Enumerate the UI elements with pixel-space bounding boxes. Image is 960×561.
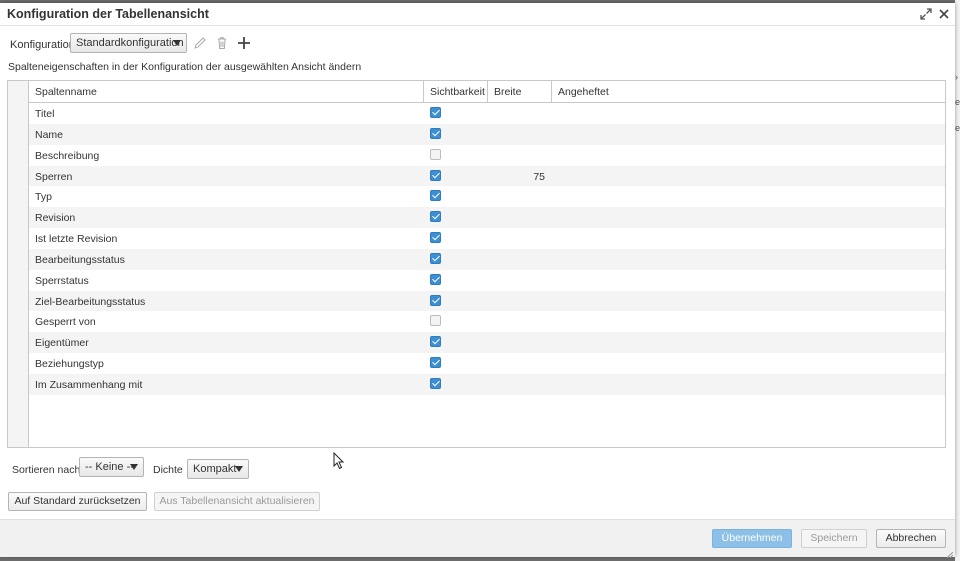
table-row[interactable]: Gesperrt von [29,311,945,332]
column-name-cell: Beziehungstyp [35,358,104,371]
density-select-value: Kompakt [193,463,237,475]
reset-to-default-button[interactable]: Auf Standard zurücksetzen [8,492,147,511]
table-row[interactable]: Revision [29,207,945,229]
chevron-down-icon [173,40,181,46]
visibility-checkbox[interactable] [430,127,441,139]
visibility-checkbox[interactable] [430,232,441,244]
visibility-checkbox[interactable] [430,148,441,160]
visibility-checkbox[interactable] [430,190,441,202]
column-name-cell: Titel [35,108,55,120]
table-row[interactable]: Name [29,123,945,145]
resize-grip-icon[interactable] [946,549,954,559]
update-from-table-view-button[interactable]: Aus Tabellenansicht aktualisieren [154,492,320,511]
visibility-checkbox[interactable] [430,273,441,285]
description-text: Spalteneigenschaften in der Konfiguratio… [8,61,362,73]
density-label: Dichte [153,464,183,476]
column-name-cell: Typ [35,191,52,204]
column-name-cell: Eigentümer [35,337,89,350]
table-view-config-dialog: Konfiguration der Tabellenansicht Konfig… [0,3,955,559]
table-row[interactable]: Beschreibung [29,145,945,166]
column-name-cell: Beschreibung [35,149,100,162]
dialog-titlebar: Konfiguration der Tabellenansicht [0,3,955,26]
column-header-pinned[interactable]: Angeheftet [552,81,945,102]
column-header-name[interactable]: Spaltenname [29,81,424,102]
visibility-checkbox[interactable] [430,169,441,181]
mouse-cursor-icon [333,451,345,473]
configuration-select-value: Standardkonfiguration [76,37,184,49]
column-name-cell: Ziel-Bearbeitungsstatus [35,295,146,308]
maximize-icon[interactable] [918,6,934,22]
table-row[interactable]: Titel [29,103,945,124]
close-icon[interactable] [936,6,952,22]
grid-rows: Titel Name Beschreibung Sperren 75 Typ Revisio… [29,103,945,395]
column-name-cell: Sperren [35,170,73,183]
visibility-checkbox[interactable] [430,377,441,389]
dialog-footer: Übernehmen Speichern Abbrechen [0,519,955,559]
table-row[interactable]: Bearbeitungsstatus [29,248,945,270]
width-cell[interactable]: 75 [507,171,545,183]
add-icon[interactable] [236,35,252,51]
column-name-cell: Ist letzte Revision [35,233,118,246]
table-row[interactable]: Beziehungstyp [29,353,945,374]
dialog-title: Konfiguration der Tabellenansicht [7,7,209,21]
column-name-cell: Name [35,128,64,141]
visibility-checkbox[interactable] [430,294,441,306]
apply-button[interactable]: Übernehmen [712,529,792,548]
background-fragment: e [955,97,960,107]
visibility-checkbox[interactable] [430,357,441,369]
column-name-cell: Bearbeitungsstatus [35,253,125,266]
cancel-button[interactable]: Abbrechen [876,529,946,548]
row-header-column [8,81,29,447]
table-row[interactable]: Sperren 75 [29,165,945,187]
column-config-grid: Spaltenname Sichtbarkeit Breite Angeheft… [7,80,946,448]
chevron-down-icon [130,464,138,470]
table-row[interactable]: Typ [29,186,945,207]
sort-select-value: -- Keine -- [85,461,134,473]
density-select[interactable]: Kompakt [187,459,249,479]
column-name-cell: Revision [35,212,76,225]
background-fragment: e [955,123,960,133]
delete-icon[interactable] [214,35,230,51]
background-fragment: › [955,72,958,82]
visibility-checkbox[interactable] [430,336,441,348]
sort-density-row: Sortieren nach -- Keine -- Dichte Kompak… [12,457,412,479]
table-row[interactable]: Sperrstatus [29,270,945,291]
edit-icon[interactable] [192,35,208,51]
sort-select[interactable]: -- Keine -- [79,457,144,477]
table-row[interactable]: Ziel-Bearbeitungsstatus [29,290,945,312]
configuration-select[interactable]: Standardkonfiguration [70,33,187,53]
table-row[interactable]: Ist letzte Revision [29,228,945,249]
configuration-label: Konfiguration [10,39,75,51]
sort-label: Sortieren nach [12,464,81,476]
visibility-checkbox[interactable] [430,107,441,118]
table-row[interactable]: Im Zusammenhang mit [29,373,945,395]
visibility-checkbox[interactable] [430,315,441,327]
column-name-cell: Sperrstatus [35,274,89,287]
chevron-down-icon [235,466,243,472]
column-name-cell: Im Zusammenhang mit [35,378,143,391]
column-header-width[interactable]: Breite [488,81,552,102]
column-name-cell: Gesperrt von [35,316,96,329]
visibility-checkbox[interactable] [430,211,441,223]
table-row[interactable]: Eigentümer [29,332,945,354]
column-header-visibility[interactable]: Sichtbarkeit [424,81,488,102]
grid-header: Spaltenname Sichtbarkeit Breite Angeheft… [29,81,945,103]
configuration-row: Konfiguration Standardkonfiguration [10,33,910,55]
save-button[interactable]: Speichern [801,529,867,548]
visibility-checkbox[interactable] [430,252,441,264]
background-page-strip [955,0,960,561]
